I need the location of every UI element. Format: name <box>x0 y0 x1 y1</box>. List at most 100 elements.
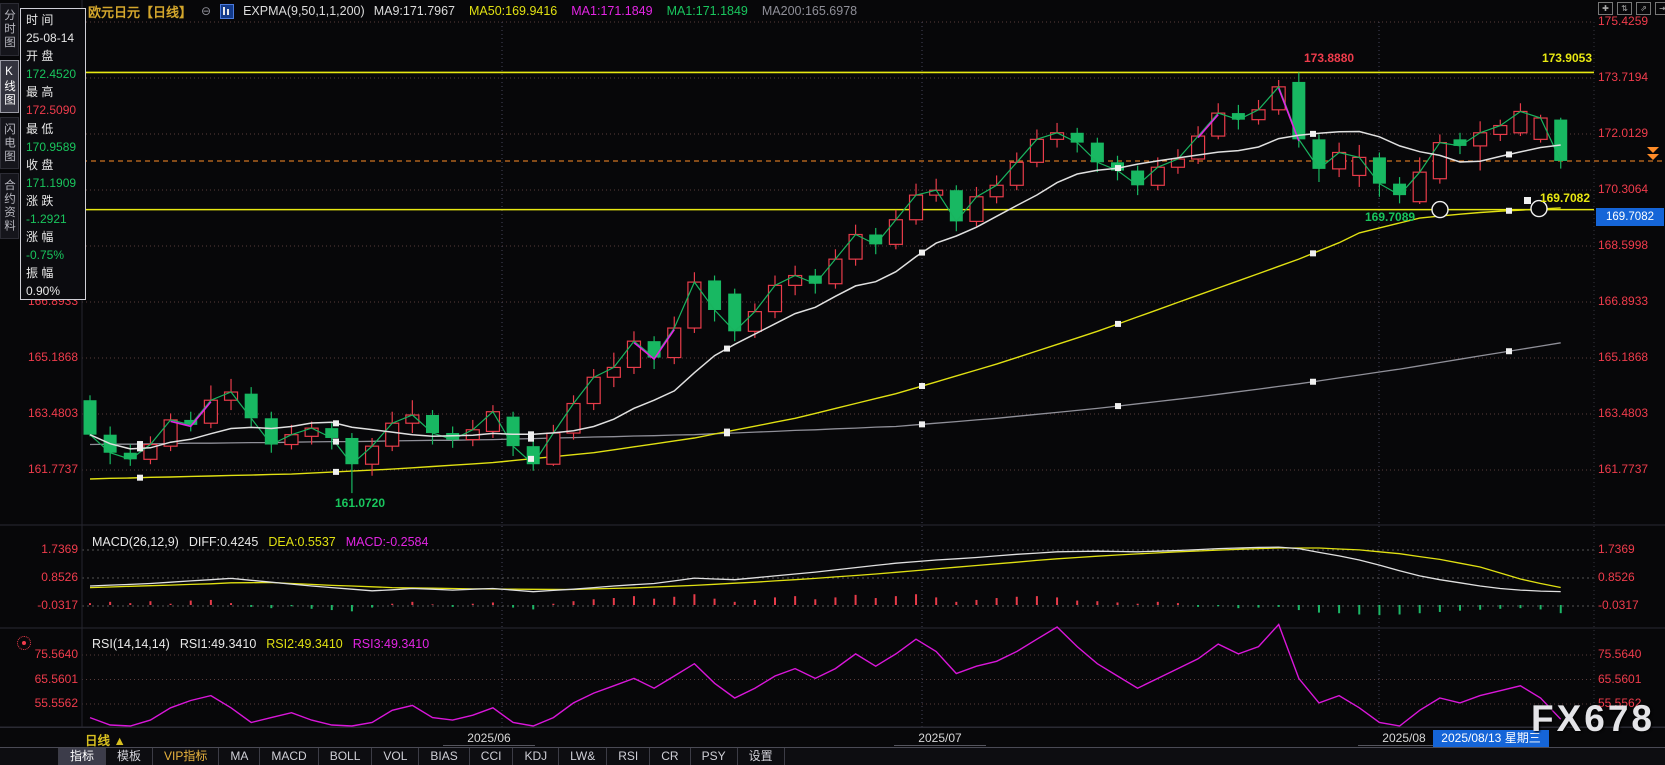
support-price-label-yellow: 169.7082 <box>1500 191 1590 205</box>
macd-axis-label-left: -0.0317 <box>8 598 78 612</box>
ma-value-label: MA1:171.1849 <box>571 4 652 18</box>
fx678-watermark: FX678 <box>1531 698 1655 740</box>
toolbar-item-MA[interactable]: MA <box>219 748 260 765</box>
toolbar-item-PSY[interactable]: PSY <box>691 748 738 765</box>
panel-header-part: DEA:0.5537 <box>268 535 335 549</box>
panel-header-part: MACD:-0.2584 <box>346 535 429 549</box>
panel-header-part: RSI3:49.3410 <box>353 637 429 651</box>
info-panel-row: 时 间 <box>26 11 85 29</box>
info-panel-row: 收 盘 <box>26 156 85 174</box>
panel-header-part: RSI(14,14,14) <box>92 637 170 651</box>
date-axis-tick <box>894 745 986 746</box>
rsi-settings-icon[interactable] <box>17 636 31 650</box>
macd-axis-label-left: 1.7369 <box>8 542 78 556</box>
macd-axis-label-right: 0.8526 <box>1598 570 1635 584</box>
panel-header-part: RSI2:49.3410 <box>266 637 342 651</box>
chart-window-controls: ✚ ⇅ ⇗ ⇥ <box>1598 2 1665 15</box>
ma-value-label: MA50:169.9416 <box>469 4 557 18</box>
toolbar-item-KDJ[interactable]: KDJ <box>513 748 559 765</box>
rsi-header: RSI(14,14,14) RSI1:49.3410 RSI2:49.3410 RSI… <box>92 637 439 651</box>
info-panel-row: -0.75% <box>26 246 85 264</box>
sidebar-tab-闪电图[interactable]: 闪电图 <box>0 117 19 170</box>
macd-axis-label-right: -0.0317 <box>1598 598 1639 612</box>
info-panel-row: 25-08-14 <box>26 29 85 47</box>
trendline-top-label: 173.9053 <box>1500 51 1592 65</box>
support-price-label-green: 169.7089 <box>1365 210 1415 224</box>
chart-control-icon[interactable]: ✚ <box>1598 2 1613 15</box>
rsi-axis-label-left: 65.5601 <box>8 672 78 686</box>
price-axis-label-right: 175.4259 <box>1598 14 1648 28</box>
info-panel-row: 涨 幅 <box>26 228 85 246</box>
toolbar-item-VOL[interactable]: VOL <box>372 748 419 765</box>
toolbar-item-BIAS[interactable]: BIAS <box>419 748 469 765</box>
info-panel-row: 开 盘 <box>26 47 85 65</box>
toolbar-item-MACD[interactable]: MACD <box>260 748 318 765</box>
chart-control-icon[interactable]: ⇅ <box>1617 2 1632 15</box>
ma-value-label: MA9:171.7967 <box>374 4 455 18</box>
chart-control-icon[interactable]: ⇥ <box>1655 2 1665 15</box>
top-indicator-bar: 欧元日元【日线】 ⊖ EXPMA(9,50,1,1,200) MA9:171.7… <box>88 0 871 22</box>
price-axis-label-left: 161.7737 <box>8 462 78 476</box>
sidebar-tab-K线图[interactable]: K线图 <box>0 60 19 113</box>
sidebar-tab-合约资料[interactable]: 合约资料 <box>0 173 19 239</box>
kline-mini-icon <box>220 4 234 19</box>
price-axis-label-right: 161.7737 <box>1598 462 1648 476</box>
toolbar-item-设置[interactable]: 设置 <box>738 748 785 765</box>
macd-header: MACD(26,12,9) DIFF:0.4245 DEA:0.5537 MACD:-… <box>92 535 438 549</box>
chart-control-icon[interactable]: ⇗ <box>1636 2 1651 15</box>
info-panel-row: 涨 跌 <box>26 192 85 210</box>
toolbar-item-BOLL[interactable]: BOLL <box>319 748 373 765</box>
trading-app-window: 欧元日元【日线】 ⊖ EXPMA(9,50,1,1,200) MA9:171.7… <box>0 0 1665 765</box>
macd-axis-label-left: 0.8526 <box>8 570 78 584</box>
price-axis-label-right: 163.4803 <box>1598 406 1648 420</box>
panel-header-part: DIFF:0.4245 <box>189 535 258 549</box>
price-axis-label-right: 166.8933 <box>1598 294 1648 308</box>
rsi-axis-label-left: 75.5640 <box>8 647 78 661</box>
axis-price-tag: 169.7082 <box>1596 208 1664 226</box>
price-axis-label-right: 173.7194 <box>1598 70 1648 84</box>
info-panel-row: 171.1909 <box>26 174 85 192</box>
date-axis-tick <box>443 745 535 746</box>
info-panel-row: 172.4520 <box>26 65 85 83</box>
low-price-label: 161.0720 <box>308 496 412 510</box>
chart-title: 欧元日元【日线】 <box>88 2 192 21</box>
info-panel-row: 最 高 <box>26 83 85 101</box>
date-axis-label: 2025/08 <box>1382 731 1425 745</box>
price-axis-label-right: 168.5998 <box>1598 238 1648 252</box>
date-axis-label: 2025/06 <box>467 731 510 745</box>
toolbar-item-VIP指标[interactable]: VIP指标 <box>153 748 219 765</box>
macd-axis-label-right: 1.7369 <box>1598 542 1635 556</box>
toolbar-item-CCI[interactable]: CCI <box>470 748 514 765</box>
info-panel-row: 振 幅 <box>26 264 85 282</box>
price-axis-label-left: 163.4803 <box>8 406 78 420</box>
panel-header-part: RSI1:49.3410 <box>180 637 256 651</box>
info-panel-row: 170.9589 <box>26 138 85 156</box>
toolbar-item-LW&[interactable]: LW& <box>559 748 607 765</box>
ma-value-label: MA200:165.6978 <box>762 4 857 18</box>
rsi-axis-label-left: 55.5562 <box>8 696 78 710</box>
indicator-label: EXPMA(9,50,1,1,200) <box>243 4 365 18</box>
price-axis-label-right: 170.3064 <box>1598 182 1648 196</box>
toolbar-item-RSI[interactable]: RSI <box>607 748 650 765</box>
info-panel-row: 0.90% <box>26 282 85 300</box>
toolbar-item-指标[interactable]: 指标 <box>58 748 106 765</box>
panel-header-part: MACD(26,12,9) <box>92 535 179 549</box>
chart-mode-sidebar: 分时图 K线图闪电图合约资料 <box>0 0 19 239</box>
price-axis-label-right: 172.0129 <box>1598 126 1648 140</box>
rsi-axis-label-right: 65.5601 <box>1598 672 1641 686</box>
peak-price-label: 173.8880 <box>1304 51 1354 65</box>
toolbar-item-模板[interactable]: 模板 <box>106 748 153 765</box>
indicator-toolbar: 指标模板VIP指标MAMACDBOLLVOLBIASCCIKDJLW&RSICR… <box>0 747 1665 765</box>
collapse-icon[interactable]: ⊖ <box>201 4 211 18</box>
price-axis-label-left: 165.1868 <box>8 350 78 364</box>
info-panel-row: 172.5090 <box>26 101 85 119</box>
info-panel-row: -1.2921 <box>26 210 85 228</box>
date-axis-label: 2025/07 <box>918 731 961 745</box>
toolbar-item-CR[interactable]: CR <box>650 748 690 765</box>
info-panel-row: 最 低 <box>26 120 85 138</box>
ma-value-labels: MA9:171.7967MA50:169.9416MA1:171.1849MA1… <box>374 2 871 20</box>
rsi-axis-label-right: 75.5640 <box>1598 647 1641 661</box>
ohlc-info-panel: 时 间25-08-14开 盘172.4520最 高172.5090最 低170.… <box>20 8 86 300</box>
sidebar-tab-分时图[interactable]: 分时图 <box>0 3 19 56</box>
date-axis-row: 日线 ▲ 2025/062025/072025/08 2025/08/13 星期… <box>0 727 1665 748</box>
